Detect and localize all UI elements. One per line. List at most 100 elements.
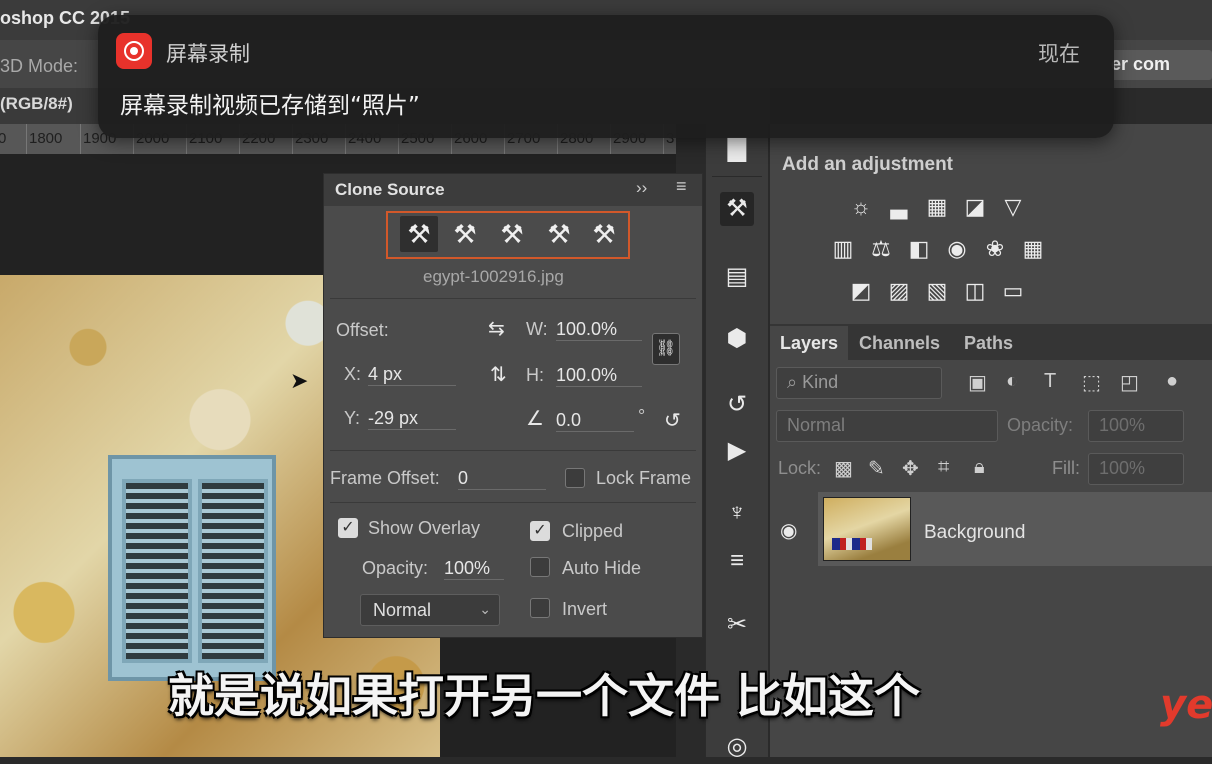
degree-symbol: ° [638,406,646,426]
height-scale-field[interactable]: 100.0% [556,365,642,387]
channel-mixer-icon[interactable]: ❀ [980,234,1010,264]
clipped-label: Clipped [562,521,624,541]
filter-toggle-icon[interactable]: ● [1166,370,1178,393]
levels-icon[interactable]: ▃ [884,192,914,222]
video-subtitle: 就是说如果打开另一个文件 比如这个 [168,669,921,723]
ruler-tick: 1800 [26,124,78,154]
divider [330,502,696,503]
3d-mode-label: 3D Mode: [0,56,79,76]
kind-filter-select[interactable]: ⌕ Kind [776,367,942,399]
notification-message: 屏幕录制视频已存储到“照片” [120,93,420,119]
show-overlay-checkbox[interactable]: ✓ [338,518,358,538]
brush-settings-icon[interactable]: ≡ [720,544,754,578]
dock-divider [712,176,762,177]
clone-source-4-button[interactable]: ⚒ [540,216,578,252]
adjustments-title: Add an adjustment [782,154,954,175]
reset-transform-icon[interactable]: ↺ [664,408,681,433]
photo-filter-icon[interactable]: ◉ [942,234,972,264]
gradient-map-icon[interactable]: ▭ [998,276,1028,306]
navigator-icon[interactable]: ▤ [720,260,754,294]
color-balance-icon[interactable]: ⚖ [866,234,896,264]
frame-offset-label: Frame Offset: [330,468,440,488]
rotation-angle-field[interactable]: 0.0 [556,410,634,432]
lock-artboard-icon[interactable]: ⌗ [938,456,949,479]
brush-presets-icon[interactable]: ♆ [720,496,754,530]
layer-opacity-field[interactable]: 100% [1088,410,1184,442]
tab-paths[interactable]: Paths [964,333,1013,354]
offset-y-field[interactable]: -29 px [368,408,456,430]
lock-transparent-icon[interactable]: ▩ [834,456,853,481]
exposure-icon[interactable]: ◪ [960,192,990,222]
lock-position-icon[interactable]: ✥ [902,456,919,481]
visibility-eye-icon[interactable]: ◉ [780,518,797,543]
filter-smart-object-icon[interactable]: ◰ [1120,370,1139,395]
h-label: H: [526,365,544,385]
overlay-blend-mode-select[interactable]: Normal ⌄ [360,594,500,626]
clone-source-2-button[interactable]: ⚒ [446,216,484,252]
overlay-blend-mode-text: Normal [373,600,432,620]
frame-offset-field[interactable]: 0 [458,468,546,490]
lock-image-icon[interactable]: ✎ [868,456,885,481]
selective-color-icon[interactable]: ◫ [960,276,990,306]
width-scale-field[interactable]: 100.0% [556,319,642,341]
filter-pixel-icon[interactable]: ▣ [968,370,987,395]
black-white-icon[interactable]: ◧ [904,234,934,264]
overlay-opacity-field[interactable]: 100% [444,558,504,580]
panel-menu-icon[interactable]: ≡ [676,176,687,197]
lock-frame-checkbox[interactable] [565,468,585,488]
layer-name[interactable]: Background [924,522,1025,544]
double-chevron-right-icon[interactable]: ›› [636,178,647,198]
filter-type-icon[interactable]: T [1044,370,1056,393]
clone-source-1-button[interactable]: ⚒ [400,216,438,252]
curves-icon[interactable]: ▦ [922,192,952,222]
tool-presets-icon[interactable]: ✂ [720,608,754,642]
screen-recording-icon [116,33,152,69]
3d-icon[interactable]: ⬢ [720,322,754,356]
watermark-logo: ye [1160,682,1212,728]
divider [330,298,696,299]
clone-source-5-button[interactable]: ⚒ [585,216,623,252]
vibrance-icon[interactable]: ▽ [998,192,1028,222]
y-label: Y: [344,408,361,428]
notification-app-name: 屏幕录制 [166,42,250,66]
flip-vertical-icon[interactable]: ⇅ [490,362,507,387]
tab-channels[interactable]: Channels [859,333,940,354]
posterize-icon[interactable]: ▨ [884,276,914,306]
layer-thumbnail [823,497,911,561]
offset-x-field[interactable]: 4 px [368,364,456,386]
color-lookup-icon[interactable]: ▦ [1018,234,1048,264]
filter-shape-icon[interactable]: ⬚ [1082,370,1101,395]
flip-horizontal-icon[interactable]: ⇆ [488,316,505,341]
glyphs-icon[interactable]: ◎ [720,730,754,764]
actions-play-icon[interactable]: ▶ [720,434,754,468]
ruler-tick: 1800 [0,124,22,154]
fill-field[interactable]: 100% [1088,453,1184,485]
lock-frame-label: Lock Frame [596,468,692,488]
threshold-icon[interactable]: ▧ [922,276,952,306]
invert-adjustment-icon[interactable]: ◩ [846,276,876,306]
w-label: W: [526,319,548,339]
source-filename: egypt-1002916.jpg [423,267,564,286]
kind-filter-text: Kind [802,372,839,392]
layer-opacity-label: Opacity: [1007,415,1074,435]
invert-label: Invert [562,599,608,619]
clone-source-panel-icon[interactable]: ⚒ [720,192,754,226]
hue-saturation-icon[interactable]: ▥ [828,234,858,264]
invert-checkbox[interactable] [530,598,550,618]
clipped-checkbox[interactable]: ✓ [530,521,550,541]
angle-icon: ∠ [526,408,544,430]
x-label: X: [344,364,362,384]
history-icon[interactable]: ↺ [720,388,754,422]
workspace-field-text: er com [1111,54,1171,74]
clone-source-3-button[interactable]: ⚒ [493,216,531,252]
fill-label: Fill: [1052,458,1080,478]
filter-adjustment-icon[interactable]: ◐ [1006,370,1018,393]
tab-layers[interactable]: Layers [780,333,838,354]
layer-blend-mode-select[interactable]: Normal [776,410,998,442]
auto-hide-checkbox[interactable] [530,557,550,577]
link-chain-icon[interactable]: ⛓ [652,333,680,365]
document-tab[interactable]: (RGB/8#) [0,94,73,114]
brightness-contrast-icon[interactable]: ☼ [846,192,876,222]
lock-all-icon[interactable]: 🔒︎ [974,456,985,479]
shutter-right [198,479,268,663]
